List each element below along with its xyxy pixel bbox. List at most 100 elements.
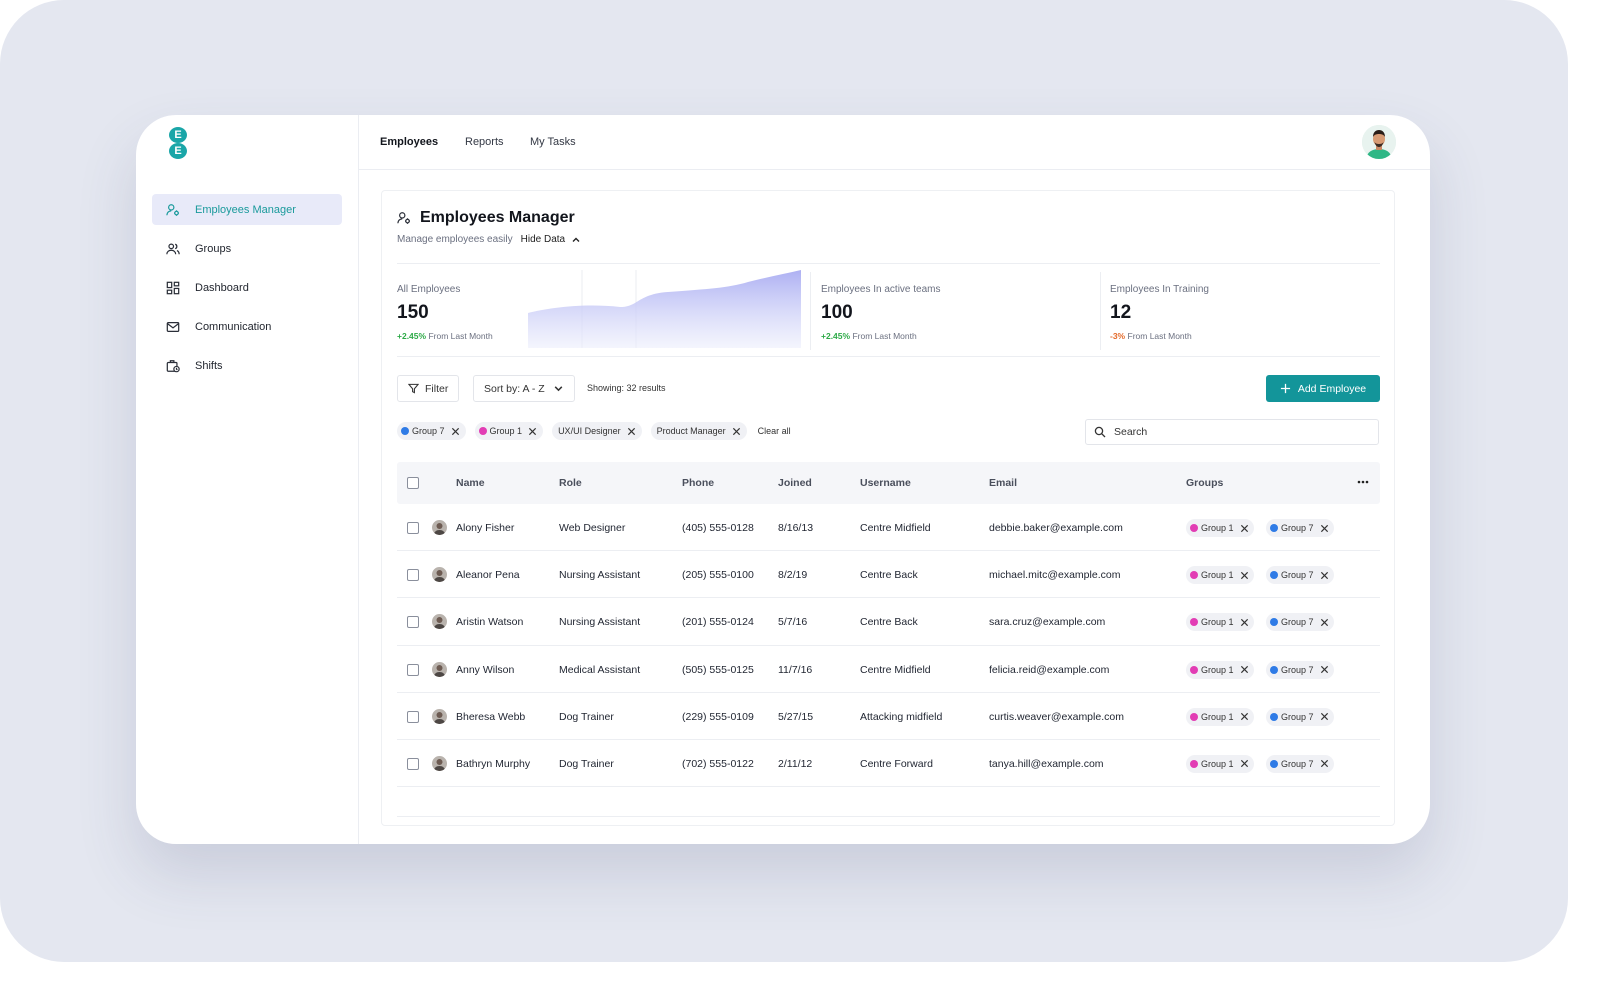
app-logo[interactable]: E E — [169, 127, 187, 159]
table-row[interactable]: Conald Richards President of Sales (684)… — [397, 787, 1380, 818]
sort-dropdown[interactable]: Sort by: A - Z — [473, 375, 575, 402]
stat-change: +2.45% From Last Month — [397, 331, 493, 341]
employee-email: debbie.baker@example.com — [989, 522, 1123, 534]
column-header-username[interactable]: Username — [860, 477, 911, 489]
table-row[interactable]: Aleanor Pena Nursing Assistant (205) 555… — [397, 551, 1380, 599]
group-chip-group-1[interactable]: Group 1 — [1186, 707, 1254, 726]
close-icon[interactable] — [1320, 665, 1329, 674]
sidebar-item-dashboard[interactable]: Dashboard — [152, 272, 342, 303]
group-chip-group-1[interactable]: Group 1 — [1186, 754, 1254, 773]
group-chip-group-1[interactable]: Group 1 — [1186, 566, 1254, 585]
filter-chip-group-7[interactable]: Group 7 — [397, 422, 466, 440]
group-7-dot — [1270, 524, 1278, 532]
add-employee-button[interactable]: Add Employee — [1266, 375, 1380, 402]
close-icon[interactable] — [1240, 665, 1249, 674]
user-manage-icon — [166, 203, 179, 216]
column-header-role[interactable]: Role — [559, 477, 582, 489]
employee-avatar — [432, 661, 447, 677]
close-icon[interactable] — [732, 427, 741, 436]
group-chip-group-1[interactable]: Group 1 — [1186, 660, 1254, 679]
stat-change-percent: +2.45% — [397, 331, 427, 341]
employee-avatar — [432, 520, 447, 535]
close-icon[interactable] — [1320, 712, 1329, 721]
group-7-dot — [1270, 712, 1278, 721]
column-header-email[interactable]: Email — [989, 477, 1017, 489]
group-chip-label: Group 1 — [1201, 758, 1234, 769]
page-title: Employees Manager — [420, 209, 575, 226]
row-checkbox[interactable] — [407, 522, 419, 534]
employee-email: sara.cruz@example.com — [989, 616, 1106, 629]
column-header-joined[interactable]: Joined — [778, 477, 812, 489]
group-chip-label: Group 1 — [1201, 523, 1234, 533]
user-avatar[interactable] — [1362, 125, 1396, 159]
select-all-checkbox[interactable] — [407, 477, 419, 489]
employee-username: Centre Midfield — [860, 663, 931, 676]
close-icon[interactable] — [1320, 524, 1329, 533]
group-chip-group-7[interactable]: Group 7 — [1266, 754, 1334, 773]
tab-employees[interactable]: Employees — [380, 136, 438, 148]
search-input[interactable] — [1114, 426, 1364, 438]
main-content: Employees Manager Manage employees easil… — [381, 190, 1395, 826]
sidebar-item-communication[interactable]: Communication — [152, 311, 342, 342]
person-avatar-icon — [432, 661, 447, 677]
group-chip-label: Group 7 — [1281, 570, 1314, 581]
group-chip-group-7[interactable]: Group 7 — [1266, 566, 1334, 585]
stat-label: Employees In Training — [1110, 284, 1209, 295]
close-icon[interactable] — [1240, 524, 1249, 533]
group-chip-group-1[interactable]: Group 1 — [1186, 613, 1254, 632]
table-row[interactable]: Anny Wilson Medical Assistant (505) 555-… — [397, 646, 1380, 693]
table-row[interactable]: Aristin Watson Nursing Assistant (201) 5… — [397, 598, 1380, 646]
group-7-dot — [1270, 759, 1278, 768]
group-chip-group-7[interactable]: Group 7 — [1266, 660, 1334, 679]
close-icon[interactable] — [1320, 759, 1329, 768]
close-icon[interactable] — [1240, 759, 1249, 768]
group-chip-group-7[interactable]: Group 7 — [1266, 519, 1334, 537]
group-7-dot — [1270, 571, 1278, 580]
sidebar-item-label: Groups — [195, 242, 232, 255]
employee-email: michael.mitc@example.com — [989, 569, 1121, 582]
close-icon[interactable] — [627, 427, 636, 436]
close-icon[interactable] — [528, 427, 537, 436]
filter-chip-ux-ui-designer[interactable]: UX/UI Designer — [552, 422, 642, 440]
close-icon[interactable] — [1320, 571, 1329, 580]
close-icon[interactable] — [1320, 618, 1329, 627]
group-chip-group-1[interactable]: Group 1 — [1186, 519, 1254, 537]
close-icon[interactable] — [451, 427, 460, 436]
table-row[interactable]: Bheresa Webb Dog Trainer (229) 555-0109 … — [397, 693, 1380, 740]
sidebar-item-employees-manager[interactable]: Employees Manager — [152, 194, 342, 225]
group-chip-label: Group 7 — [1281, 617, 1314, 628]
employee-phone: (205) 555-0100 — [682, 569, 754, 582]
tab-my-tasks[interactable]: My Tasks — [530, 136, 576, 148]
row-checkbox[interactable] — [407, 616, 419, 629]
hide-data-toggle[interactable]: Hide Data — [521, 234, 581, 245]
employee-phone: (505) 555-0125 — [682, 663, 754, 676]
group-chip-group-7[interactable]: Group 7 — [1266, 707, 1334, 726]
stat-change-suffix: From Last Month — [428, 331, 493, 341]
tab-reports[interactable]: Reports — [465, 136, 504, 148]
group-chip-label: Group 1 — [1201, 664, 1234, 675]
row-checkbox[interactable] — [407, 569, 419, 582]
close-icon[interactable] — [1240, 618, 1249, 627]
filter-button[interactable]: Filter — [397, 375, 460, 402]
group-chip-group-7[interactable]: Group 7 — [1266, 613, 1334, 632]
employee-role: Medical Assistant — [559, 663, 641, 676]
employee-username: Attacking midfield — [860, 710, 943, 723]
row-checkbox[interactable] — [407, 710, 419, 723]
employee-avatar — [432, 567, 447, 583]
close-icon[interactable] — [1240, 571, 1249, 580]
stat-label: Employees In active teams — [821, 284, 941, 295]
close-icon[interactable] — [1240, 712, 1249, 721]
more-options-icon[interactable] — [1356, 475, 1370, 489]
filter-chip-group-1[interactable]: Group 1 — [474, 422, 544, 440]
sidebar-item-groups[interactable]: Groups — [152, 233, 342, 264]
filter-chip-product-manager[interactable]: Product Manager — [650, 422, 747, 440]
column-header-groups[interactable]: Groups — [1186, 477, 1223, 489]
column-header-name[interactable]: Name — [456, 477, 485, 489]
table-row[interactable]: Bathryn Murphy Dog Trainer (702) 555-012… — [397, 740, 1380, 788]
clear-all-filters[interactable]: Clear all — [758, 426, 791, 436]
column-header-phone[interactable]: Phone — [682, 477, 714, 489]
table-row[interactable]: Alony Fisher Web Designer (405) 555-0128… — [397, 504, 1380, 552]
row-checkbox[interactable] — [407, 663, 419, 676]
row-checkbox[interactable] — [407, 757, 419, 770]
sidebar-item-shifts[interactable]: Shifts — [152, 350, 342, 381]
